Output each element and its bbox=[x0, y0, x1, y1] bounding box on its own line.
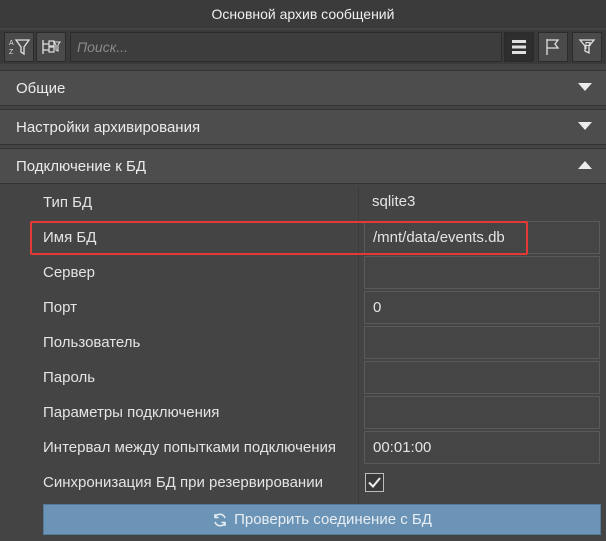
prop-label: Имя БД bbox=[43, 229, 97, 246]
section-label: Общие bbox=[16, 80, 66, 97]
prop-row-server: Сервер bbox=[0, 256, 606, 291]
archive-window: Основной архив сообщений A Z Поиск... Об… bbox=[0, 0, 606, 541]
prop-row-retry-interval: Интервал между попытками подключения 00:… bbox=[0, 431, 606, 466]
port-field[interactable]: 0 bbox=[364, 291, 600, 324]
prop-row-password: Пароль bbox=[0, 361, 606, 396]
prop-label: Порт bbox=[43, 299, 78, 316]
check-connection-label: Проверить соединение с БД bbox=[234, 511, 432, 528]
list-view-icon[interactable] bbox=[504, 32, 534, 62]
checkmark-icon bbox=[368, 477, 381, 488]
password-field[interactable] bbox=[364, 361, 600, 394]
retry-interval-field[interactable]: 00:01:00 bbox=[364, 431, 600, 464]
sync-on-backup-checkbox[interactable] bbox=[365, 473, 384, 492]
prop-label: Параметры подключения bbox=[43, 404, 220, 421]
prop-row-user: Пользователь bbox=[0, 326, 606, 361]
prop-row-db-name: Имя БД /mnt/data/events.db bbox=[0, 221, 606, 256]
tree-filter-icon[interactable] bbox=[36, 32, 66, 62]
prop-label: Пароль bbox=[43, 369, 96, 386]
section-archive-settings[interactable]: Настройки архивирования bbox=[0, 109, 606, 145]
window-title: Основной архив сообщений bbox=[0, 0, 606, 28]
prop-row-db-type: Тип БД sqlite3 bbox=[0, 186, 606, 221]
svg-text:A: A bbox=[9, 40, 14, 47]
user-field[interactable] bbox=[364, 326, 600, 359]
prop-row-connection-params: Параметры подключения bbox=[0, 396, 606, 431]
svg-text:Z: Z bbox=[9, 49, 14, 56]
section-db-connection[interactable]: Подключение к БД bbox=[0, 148, 606, 184]
chevron-down-icon bbox=[578, 83, 592, 91]
server-field[interactable] bbox=[364, 256, 600, 289]
toolbar: A Z bbox=[0, 30, 606, 64]
prop-row-sync-on-backup: Синхронизация БД при резервировании bbox=[0, 466, 606, 501]
section-label: Настройки архивирования bbox=[16, 119, 201, 136]
section-label: Подключение к БД bbox=[16, 158, 147, 175]
chevron-up-icon bbox=[578, 161, 592, 169]
chevron-down-icon bbox=[578, 122, 592, 130]
sort-az-filter-icon[interactable]: A Z bbox=[4, 32, 34, 62]
flag-icon[interactable] bbox=[538, 32, 568, 62]
check-connection-button[interactable]: Проверить соединение с БД bbox=[43, 504, 601, 535]
prop-label: Интервал между попытками подключения bbox=[43, 439, 337, 456]
prop-label: Пользователь bbox=[43, 334, 141, 351]
section-general[interactable]: Общие bbox=[0, 70, 606, 106]
connection-params-field[interactable] bbox=[364, 396, 600, 429]
refresh-icon bbox=[212, 512, 228, 528]
prop-label: Синхронизация БД при резервировании bbox=[43, 474, 323, 491]
search-input[interactable] bbox=[70, 32, 502, 62]
prop-label: Тип БД bbox=[43, 194, 93, 211]
db-type-value: sqlite3 bbox=[372, 193, 416, 210]
prop-label: Сервер bbox=[43, 264, 96, 281]
flag-filter-icon[interactable] bbox=[572, 32, 602, 62]
db-name-field[interactable]: /mnt/data/events.db bbox=[364, 221, 600, 254]
prop-row-port: Порт 0 bbox=[0, 291, 606, 326]
